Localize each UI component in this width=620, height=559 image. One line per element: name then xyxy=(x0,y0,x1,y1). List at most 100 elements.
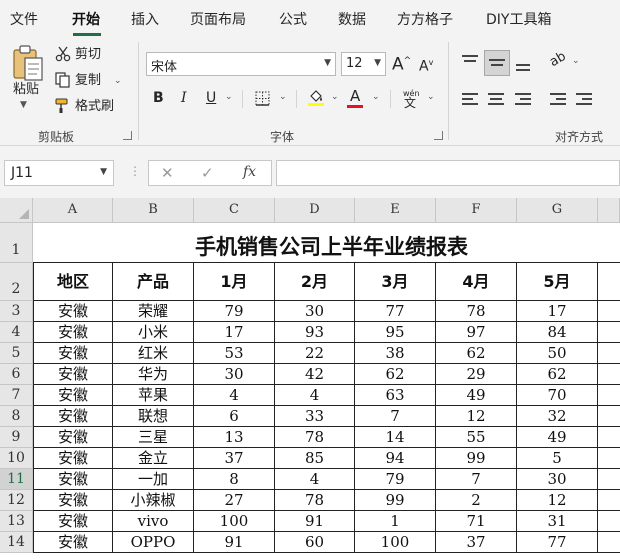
table-cell[interactable]: 49 xyxy=(517,427,598,448)
row-header-10[interactable]: 10 xyxy=(0,448,33,469)
table-cell[interactable]: 100 xyxy=(194,511,275,532)
table-cell[interactable]: 30 xyxy=(194,364,275,385)
table-cell[interactable]: 苹果 xyxy=(113,385,194,406)
cancel-icon[interactable]: ✕ xyxy=(161,164,174,182)
table-cell[interactable] xyxy=(598,490,620,511)
row-header-3[interactable]: 3 xyxy=(0,301,33,322)
clipboard-launcher-icon[interactable] xyxy=(123,131,132,140)
font-name-select[interactable]: 宋体 ▼ xyxy=(146,52,336,76)
table-cell[interactable]: 78 xyxy=(275,490,355,511)
table-cell[interactable]: 62 xyxy=(517,364,598,385)
table-cell[interactable]: 49 xyxy=(436,385,517,406)
table-cell[interactable]: 85 xyxy=(275,448,355,469)
table-cell[interactable] xyxy=(598,343,620,364)
table-cell[interactable]: 27 xyxy=(194,490,275,511)
table-cell[interactable]: 联想 xyxy=(113,406,194,427)
tab-diy-toolbox[interactable]: DIY工具箱 xyxy=(486,9,551,29)
table-cell[interactable]: 95 xyxy=(355,322,436,343)
table-cell[interactable] xyxy=(598,385,620,406)
copy-dropdown-icon[interactable]: ⌄ xyxy=(114,76,122,86)
row-header-6[interactable]: 6 xyxy=(0,364,33,385)
table-cell[interactable]: 97 xyxy=(436,322,517,343)
column-header-e[interactable]: E xyxy=(355,198,436,223)
row-header-11[interactable]: 11 xyxy=(0,469,33,490)
table-cell[interactable]: 84 xyxy=(517,322,598,343)
table-cell[interactable]: 安徽 xyxy=(33,301,113,322)
table-cell[interactable]: 62 xyxy=(436,343,517,364)
table-cell[interactable]: 30 xyxy=(275,301,355,322)
underline-dropdown-icon[interactable]: ⌄ xyxy=(225,92,233,102)
table-cell[interactable]: 安徽 xyxy=(33,511,113,532)
row-header-14[interactable]: 14 xyxy=(0,532,33,553)
column-header-f[interactable]: F xyxy=(436,198,517,223)
tab-data[interactable]: 数据 xyxy=(338,9,366,29)
table-cell[interactable]: 32 xyxy=(517,406,598,427)
table-cell[interactable]: 50 xyxy=(517,343,598,364)
table-cell[interactable]: 22 xyxy=(275,343,355,364)
grow-font-button[interactable]: A^ xyxy=(392,53,411,73)
table-cell[interactable]: 37 xyxy=(194,448,275,469)
column-title-cell[interactable]: 地区 xyxy=(33,263,113,301)
italic-button[interactable]: I xyxy=(181,90,187,106)
column-header-b[interactable]: B xyxy=(113,198,194,223)
table-cell[interactable]: 99 xyxy=(436,448,517,469)
table-cell[interactable]: 30 xyxy=(517,469,598,490)
table-cell[interactable]: 红米 xyxy=(113,343,194,364)
column-title-cell[interactable]: 1月 xyxy=(194,263,275,301)
table-cell[interactable] xyxy=(598,532,620,553)
table-cell[interactable] xyxy=(598,263,620,301)
tab-home[interactable]: 开始 xyxy=(72,9,100,29)
table-cell[interactable]: 安徽 xyxy=(33,427,113,448)
column-header-a[interactable]: A xyxy=(33,198,113,223)
table-cell[interactable]: 53 xyxy=(194,343,275,364)
table-cell[interactable]: 6 xyxy=(194,406,275,427)
column-header-d[interactable]: D xyxy=(275,198,355,223)
table-cell[interactable]: 60 xyxy=(275,532,355,553)
table-cell[interactable] xyxy=(598,469,620,490)
table-cell[interactable]: 2 xyxy=(436,490,517,511)
tab-page-layout[interactable]: 页面布局 xyxy=(190,9,246,29)
table-cell[interactable]: 8 xyxy=(194,469,275,490)
table-cell[interactable] xyxy=(598,364,620,385)
tab-fangfang[interactable]: 方方格子 xyxy=(397,9,453,29)
table-cell[interactable]: 7 xyxy=(355,406,436,427)
table-cell[interactable]: 4 xyxy=(194,385,275,406)
table-cell[interactable]: 99 xyxy=(355,490,436,511)
enter-icon[interactable]: ✓ xyxy=(201,164,214,182)
table-cell[interactable]: 1 xyxy=(355,511,436,532)
column-title-cell[interactable]: 3月 xyxy=(355,263,436,301)
table-cell[interactable]: 17 xyxy=(517,301,598,322)
table-cell[interactable] xyxy=(598,427,620,448)
column-header-g[interactable]: G xyxy=(517,198,598,223)
table-cell[interactable]: 12 xyxy=(436,406,517,427)
table-cell[interactable]: 12 xyxy=(517,490,598,511)
table-cell[interactable]: 42 xyxy=(275,364,355,385)
underline-button[interactable]: U xyxy=(206,90,216,106)
table-cell[interactable] xyxy=(598,406,620,427)
insert-function-icon[interactable]: fx xyxy=(243,164,256,180)
column-header-c[interactable]: C xyxy=(194,198,275,223)
table-cell[interactable]: 5 xyxy=(517,448,598,469)
column-title-cell[interactable]: 产品 xyxy=(113,263,194,301)
table-cell[interactable]: 小米 xyxy=(113,322,194,343)
table-cell[interactable]: 安徽 xyxy=(33,448,113,469)
table-cell[interactable]: 安徽 xyxy=(33,490,113,511)
table-cell[interactable]: 安徽 xyxy=(33,343,113,364)
table-cell[interactable]: 79 xyxy=(355,469,436,490)
table-cell[interactable]: 小辣椒 xyxy=(113,490,194,511)
table-cell[interactable]: 7 xyxy=(436,469,517,490)
name-box[interactable]: J11 ▼ xyxy=(4,160,114,186)
table-cell[interactable]: 华为 xyxy=(113,364,194,385)
splitter-handle-icon[interactable]: ⋮ xyxy=(129,164,141,178)
row-header-9[interactable]: 9 xyxy=(0,427,33,448)
table-cell[interactable]: 安徽 xyxy=(33,364,113,385)
table-cell[interactable]: 31 xyxy=(517,511,598,532)
table-cell[interactable] xyxy=(598,322,620,343)
table-cell[interactable]: 安徽 xyxy=(33,469,113,490)
table-cell[interactable]: 38 xyxy=(355,343,436,364)
table-cell[interactable] xyxy=(598,301,620,322)
formula-input[interactable] xyxy=(276,160,620,186)
table-cell[interactable]: 14 xyxy=(355,427,436,448)
table-cell[interactable]: 4 xyxy=(275,385,355,406)
shrink-font-button[interactable]: Av xyxy=(419,55,433,75)
